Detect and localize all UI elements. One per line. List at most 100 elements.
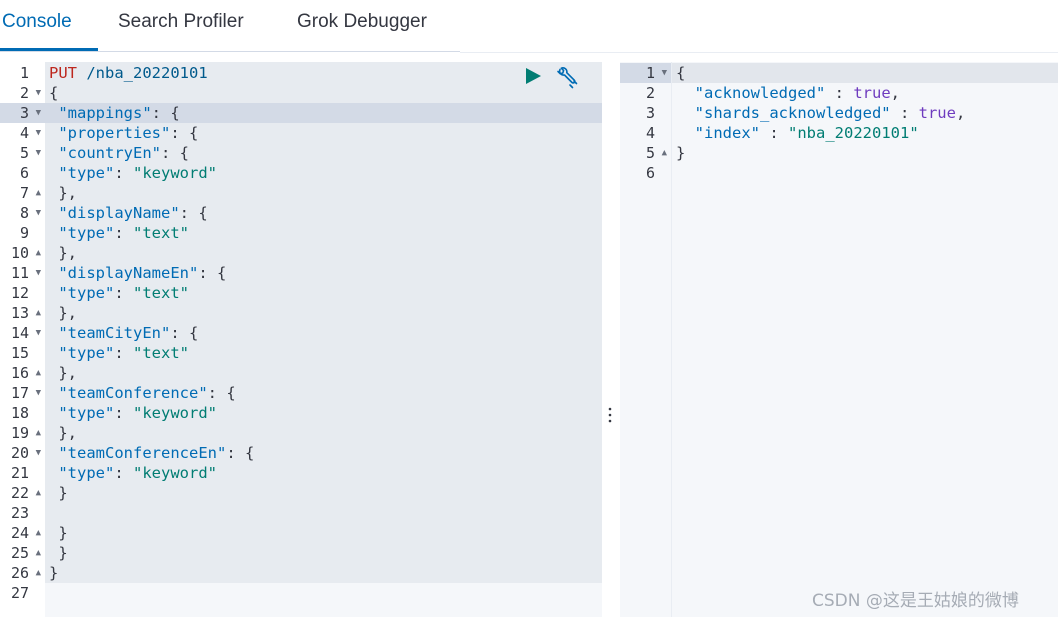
header-divider: [460, 52, 1058, 53]
fold-down-icon[interactable]: ▼: [36, 443, 41, 463]
code-token-bool: true: [853, 84, 891, 102]
tab-console[interactable]: Console: [2, 0, 72, 52]
code-token-punc: [49, 464, 58, 482]
tab-grok-debugger[interactable]: Grok Debugger: [297, 0, 427, 52]
line-number: 24: [10, 524, 29, 542]
request-editor[interactable]: PUT /nba_20220101{ "mappings": { "proper…: [45, 62, 602, 583]
line-number: 3: [19, 104, 29, 122]
active-tab-indicator: [0, 48, 98, 51]
request-editor-empty-area[interactable]: [45, 583, 602, 617]
fold-up-icon[interactable]: ▲: [662, 143, 667, 163]
line-number-row: 4: [620, 123, 671, 143]
fold-down-icon[interactable]: ▼: [36, 383, 41, 403]
code-line: "acknowledged" : true,: [672, 83, 1058, 103]
watermark: CSDN @这是王姑娘的微博: [812, 591, 1019, 611]
code-token-punc: },: [49, 304, 77, 322]
code-token-punc: [49, 224, 58, 242]
code-token-punc: [49, 344, 58, 362]
fold-down-icon[interactable]: ▼: [36, 103, 41, 123]
line-number: 4: [19, 124, 29, 142]
code-token-str: "nba_20220101": [788, 124, 919, 142]
fold-down-icon[interactable]: ▼: [36, 123, 41, 143]
code-token-bool: true: [918, 104, 956, 122]
code-token-punc: [49, 164, 58, 182]
fold-up-icon[interactable]: ▲: [36, 303, 41, 323]
line-number: 6: [645, 164, 655, 182]
code-token-key: "type": [58, 164, 115, 182]
code-token-punc: [49, 384, 58, 402]
line-number: 7: [19, 184, 29, 202]
code-token-punc: },: [49, 244, 77, 262]
code-line: }: [45, 563, 602, 583]
code-token-punc: }: [49, 544, 68, 562]
line-number-row: 18: [0, 403, 45, 423]
fold-up-icon[interactable]: ▲: [36, 243, 41, 263]
fold-up-icon[interactable]: ▲: [36, 423, 41, 443]
code-token-punc: ,: [955, 104, 966, 122]
fold-down-icon[interactable]: ▼: [36, 323, 41, 343]
code-line: "displayName": {: [45, 203, 602, 223]
line-number: 13: [10, 304, 29, 322]
vertical-dots-icon[interactable]: [606, 404, 614, 426]
code-line: "teamConferenceEn": {: [45, 443, 602, 463]
line-number: 15: [10, 344, 29, 362]
code-line: },: [45, 303, 602, 323]
fold-up-icon[interactable]: ▲: [36, 483, 41, 503]
code-token-punc: : {: [151, 104, 180, 122]
fold-down-icon[interactable]: ▼: [662, 63, 667, 83]
code-token-punc: [49, 284, 58, 302]
code-token-punc: : {: [161, 144, 189, 162]
play-icon[interactable]: [523, 66, 543, 86]
fold-up-icon[interactable]: ▲: [36, 183, 41, 203]
fold-up-icon[interactable]: ▲: [36, 543, 41, 563]
code-token-punc: },: [49, 184, 77, 202]
code-line: "type": "keyword": [45, 163, 602, 183]
tab-search-profiler[interactable]: Search Profiler: [118, 0, 244, 52]
fold-up-icon[interactable]: ▲: [36, 363, 41, 383]
code-line: "index" : "nba_20220101": [672, 123, 1058, 143]
line-number-row: 21: [0, 463, 45, 483]
code-token-punc: : {: [170, 124, 199, 142]
fold-up-icon[interactable]: ▲: [36, 563, 41, 583]
fold-down-icon[interactable]: ▼: [36, 83, 41, 103]
line-number-row: 2: [620, 83, 671, 103]
code-token-punc: }: [49, 484, 68, 502]
code-token-key: "index": [694, 124, 760, 142]
code-token-url: /nba_20220101: [86, 64, 208, 82]
line-number-row: 4 ▼: [0, 123, 45, 143]
line-number: 16: [10, 364, 29, 382]
wrench-icon[interactable]: [555, 66, 579, 90]
line-number: 19: [10, 424, 29, 442]
fold-up-icon[interactable]: ▲: [36, 523, 41, 543]
fold-down-icon[interactable]: ▼: [36, 203, 41, 223]
code-token-punc: : {: [226, 444, 255, 462]
code-token-key: "displayName": [58, 204, 180, 222]
code-token-punc: [77, 64, 86, 82]
line-number-row: 14 ▼: [0, 323, 45, 343]
line-number: 11: [10, 264, 29, 282]
code-token-punc: }: [49, 564, 59, 582]
line-number: 2: [645, 84, 655, 102]
line-number-row: 9: [0, 223, 45, 243]
line-number-row: 12: [0, 283, 45, 303]
line-number-row: 17 ▼: [0, 383, 45, 403]
line-number-row: 25 ▲: [0, 543, 45, 563]
code-line: },: [45, 423, 602, 443]
code-token-key: "type": [58, 464, 115, 482]
code-token-punc: [676, 84, 695, 102]
code-token-key: "countryEn": [58, 144, 161, 162]
code-token-punc: [676, 124, 695, 142]
code-token-punc: [49, 124, 58, 142]
code-line: {: [45, 83, 602, 103]
code-line: "type": "keyword": [45, 463, 602, 483]
code-token-str: "text": [133, 224, 190, 242]
fold-down-icon[interactable]: ▼: [36, 263, 41, 283]
line-number: 10: [10, 244, 29, 262]
line-number: 5: [645, 144, 655, 162]
fold-down-icon[interactable]: ▼: [36, 143, 41, 163]
response-viewer[interactable]: { "acknowledged" : true, "shards_acknowl…: [672, 62, 1058, 617]
tab-bar: Console Search Profiler Grok Debugger: [0, 0, 460, 52]
code-token-punc: : {: [198, 264, 227, 282]
line-number: 2: [19, 84, 29, 102]
